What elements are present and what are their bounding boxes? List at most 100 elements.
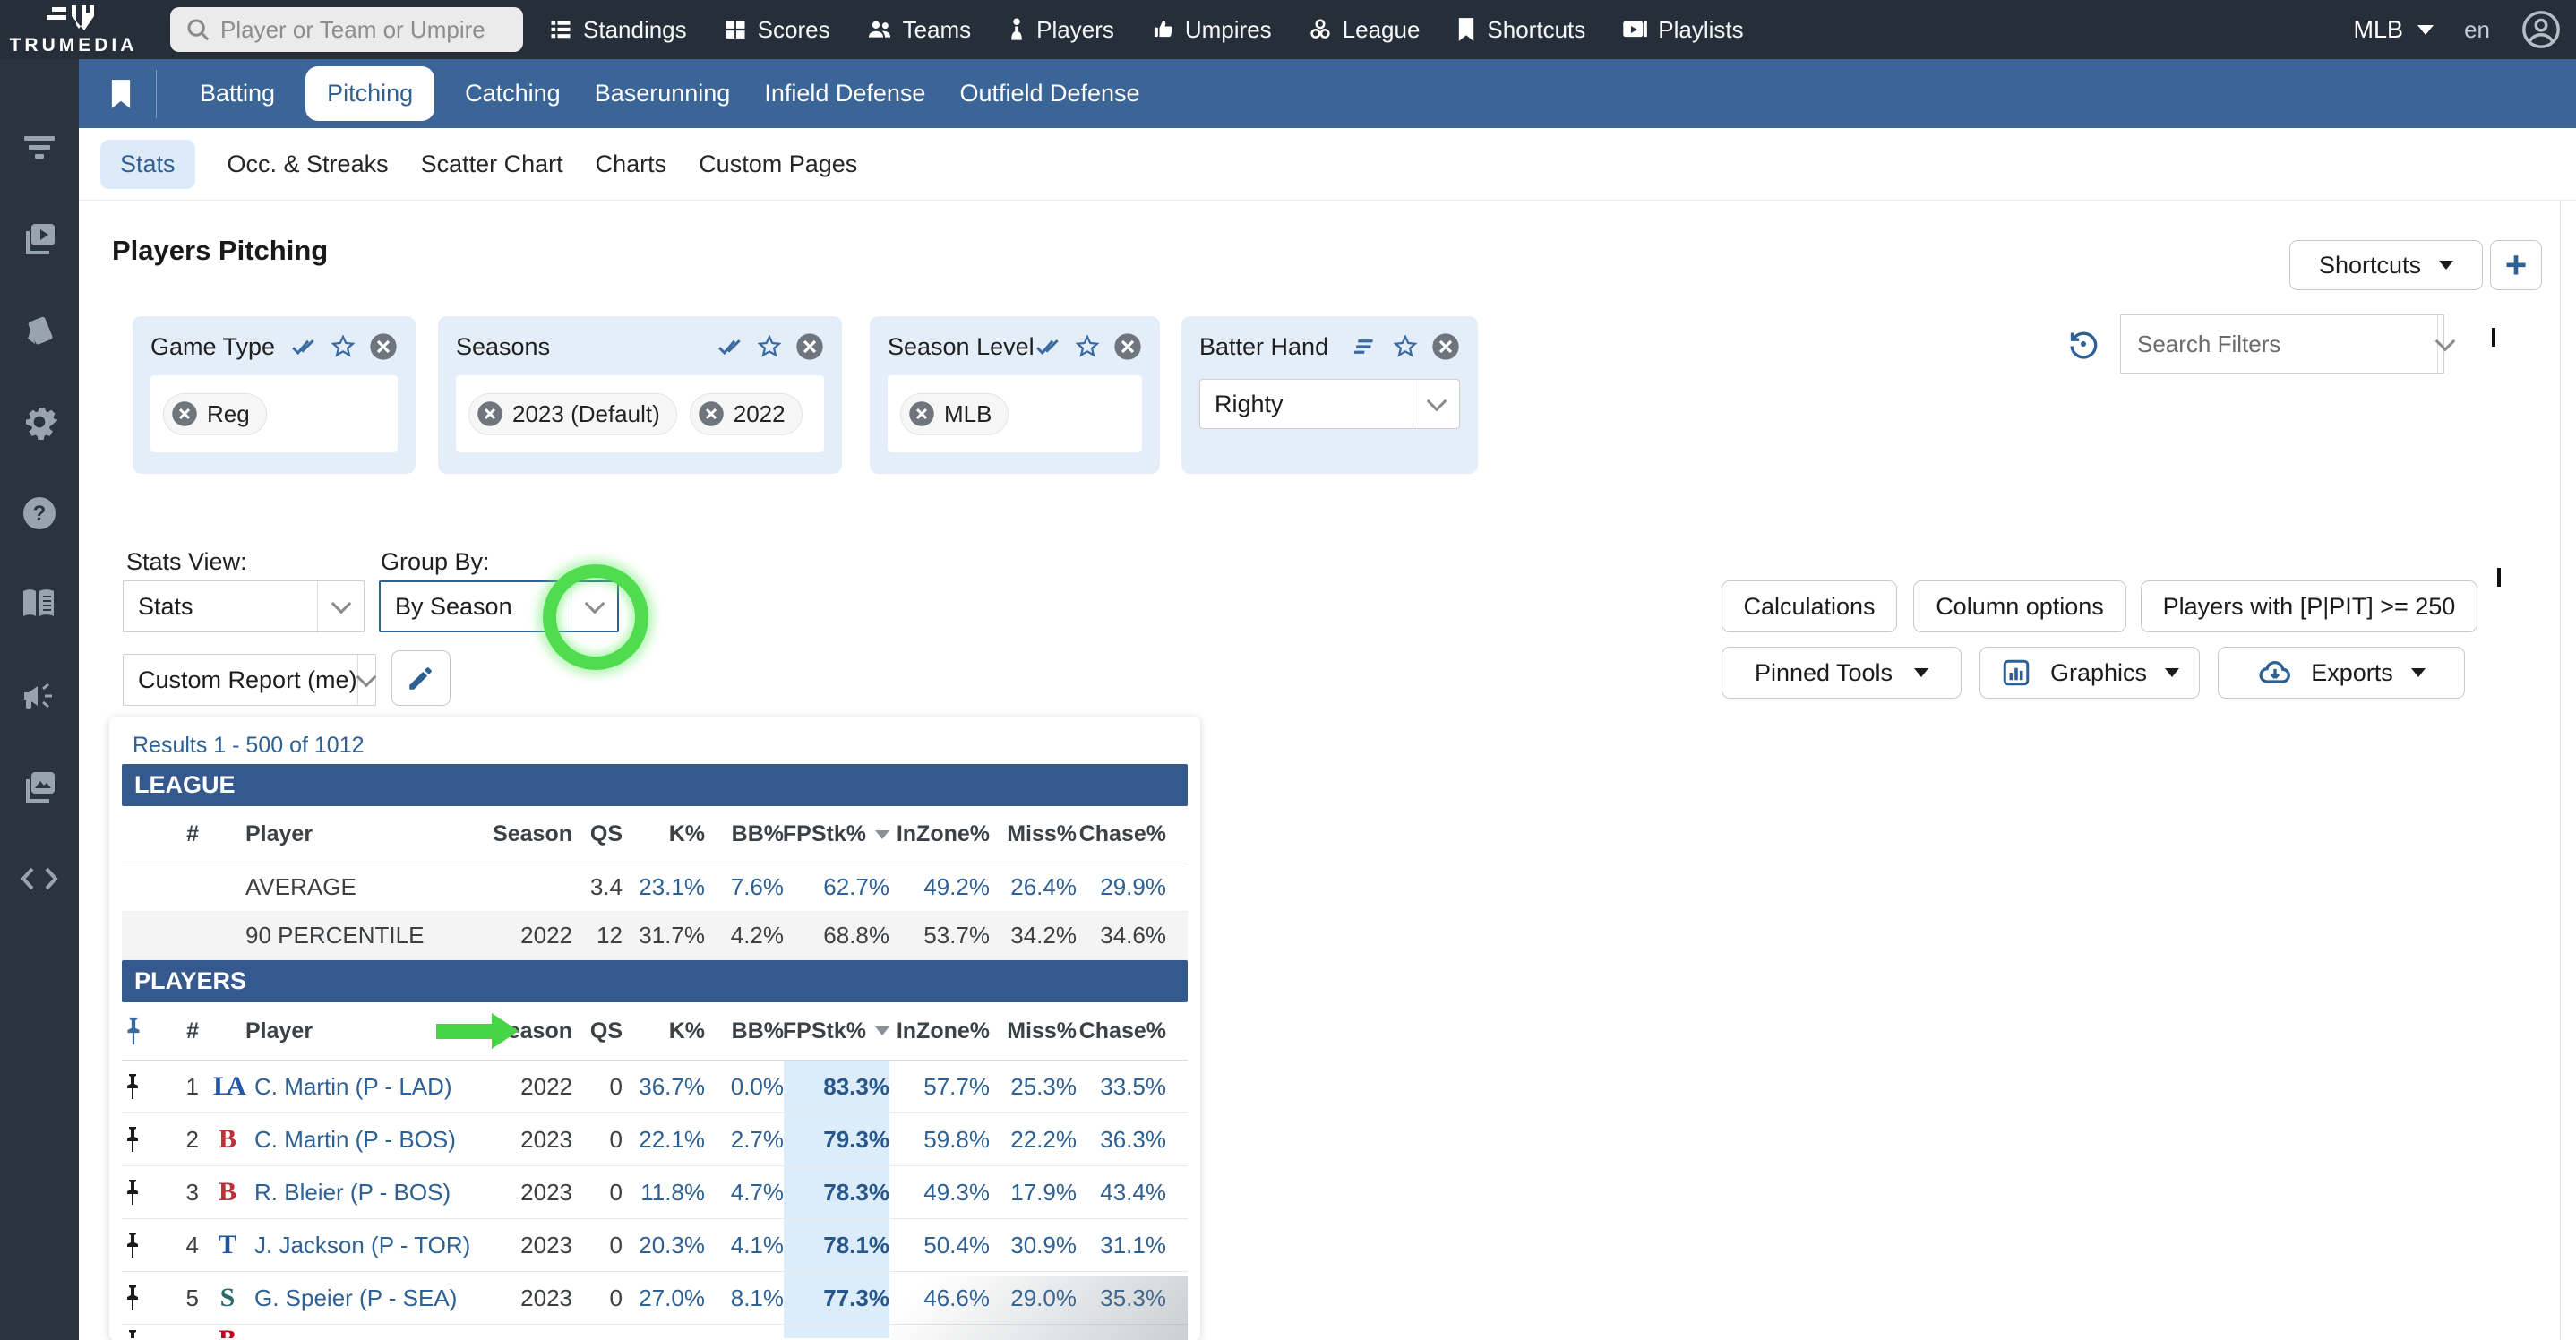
edit-report-button[interactable] (391, 650, 451, 706)
video-playlist-icon[interactable] (20, 220, 59, 258)
col-chase[interactable]: Chase% (1077, 1002, 1166, 1060)
star-icon[interactable] (330, 333, 356, 360)
col-qs[interactable]: QS (572, 806, 623, 863)
pin-column-header[interactable] (122, 1002, 163, 1060)
filter-history-icon[interactable] (2065, 326, 2101, 362)
double-check-icon[interactable] (717, 333, 743, 360)
bookmark-icon[interactable] (109, 78, 133, 110)
language-selector[interactable]: en (2464, 16, 2490, 44)
column-options-button[interactable]: Column options (1913, 580, 2126, 632)
nav-teams[interactable]: Teams (866, 16, 972, 44)
chip-remove-icon[interactable] (171, 400, 198, 427)
double-check-icon[interactable] (1035, 333, 1061, 360)
gallery-icon[interactable] (20, 769, 59, 806)
star-icon[interactable] (1074, 333, 1101, 360)
player-link[interactable]: C. Martin (P - BOS) (254, 1126, 456, 1154)
col-rank[interactable]: # (163, 806, 199, 863)
code-icon[interactable] (20, 860, 59, 898)
pin-button[interactable] (122, 1272, 163, 1324)
chip-remove-icon[interactable] (698, 400, 725, 427)
custom-report-dropdown[interactable]: Custom Report (me) (123, 654, 376, 706)
calculations-button[interactable]: Calculations (1722, 580, 1897, 632)
search-input[interactable] (220, 16, 523, 44)
tab-occ-streaks[interactable]: Occ. & Streaks (228, 150, 389, 178)
graphics-button[interactable]: Graphics (1979, 647, 2200, 699)
tab-infield-defense[interactable]: Infield Defense (760, 80, 929, 107)
search-filters-box[interactable] (2120, 314, 2444, 374)
help-icon[interactable]: ? (20, 494, 59, 532)
col-season[interactable]: Season (490, 1002, 572, 1060)
col-inzone[interactable]: InZone% (889, 1002, 990, 1060)
col-k[interactable]: K% (623, 806, 705, 863)
trumedia-logo[interactable]: TRUMEDIA (4, 2, 143, 55)
tab-scatter-chart[interactable]: Scatter Chart (421, 150, 563, 178)
nav-standings[interactable]: Standings (548, 16, 687, 44)
search-filters-input[interactable] (2121, 331, 2437, 358)
chip-mlb[interactable]: MLB (900, 393, 1009, 435)
pin-button[interactable] (122, 1061, 163, 1112)
cards-icon[interactable] (20, 312, 59, 349)
league-selector[interactable]: MLB (2354, 16, 2434, 44)
player-link[interactable]: J. Jackson (P - TOR) (254, 1232, 470, 1259)
col-bb[interactable]: BB% (705, 1002, 784, 1060)
remove-filter-icon[interactable] (369, 332, 398, 361)
tab-stats[interactable]: Stats (100, 140, 195, 189)
chip-2022[interactable]: 2022 (690, 393, 803, 435)
stats-view-dropdown[interactable]: Stats (123, 580, 365, 632)
col-miss[interactable]: Miss% (990, 806, 1077, 863)
tab-pitching[interactable]: Pitching (305, 66, 434, 121)
player-link[interactable]: R. Bleier (P - BOS) (254, 1179, 451, 1207)
batter-hand-select[interactable]: Righty (1199, 379, 1460, 429)
chip-2023-default[interactable]: 2023 (Default) (468, 393, 677, 435)
add-page-button[interactable]: + (2490, 240, 2542, 290)
gear-icon[interactable] (20, 403, 59, 441)
filter-icon[interactable] (20, 129, 59, 167)
nav-umpires[interactable]: Umpires (1150, 16, 1272, 44)
nav-playlists[interactable]: Playlists (1621, 16, 1743, 44)
tab-baserunning[interactable]: Baserunning (591, 80, 734, 107)
col-qs[interactable]: QS (572, 1002, 623, 1060)
tab-charts[interactable]: Charts (596, 150, 667, 178)
player-link[interactable]: C. Martin (P - LAD) (254, 1073, 452, 1101)
col-player[interactable]: Player (199, 806, 490, 863)
double-check-icon[interactable] (290, 333, 317, 360)
col-player[interactable]: Player (199, 1002, 490, 1060)
glossary-book-icon[interactable] (20, 586, 59, 623)
col-bb[interactable]: BB% (705, 806, 784, 863)
pin-button[interactable] (122, 1219, 163, 1271)
chip-remove-icon[interactable] (477, 400, 503, 427)
account-avatar-icon[interactable] (2520, 9, 2562, 50)
col-miss[interactable]: Miss% (990, 1002, 1077, 1060)
nav-players[interactable]: Players (1007, 16, 1114, 44)
remove-filter-icon[interactable] (1431, 332, 1460, 361)
col-inzone[interactable]: InZone% (889, 806, 990, 863)
players-filter-button[interactable]: Players with [P|PIT] >= 250 (2141, 580, 2477, 632)
pinned-tools-button[interactable]: Pinned Tools (1722, 647, 1962, 699)
tab-catching[interactable]: Catching (461, 80, 564, 107)
collapse-filters-chevron[interactable] (2492, 328, 2495, 344)
nav-league[interactable]: League (1308, 16, 1421, 44)
remove-filter-icon[interactable] (1113, 332, 1142, 361)
star-icon[interactable] (756, 333, 783, 360)
col-rank[interactable]: # (163, 1002, 199, 1060)
col-chase[interactable]: Chase% (1077, 806, 1166, 863)
options-lines-icon[interactable] (1352, 333, 1379, 360)
shortcuts-dropdown-button[interactable]: Shortcuts (2289, 240, 2483, 290)
remove-filter-icon[interactable] (795, 332, 824, 361)
tab-outfield-defense[interactable]: Outfield Defense (956, 80, 1143, 107)
global-search[interactable] (170, 7, 523, 52)
group-by-dropdown[interactable]: By Season (379, 580, 619, 632)
col-fpstk-sorted[interactable]: FPStk% (784, 806, 889, 863)
collapse-controls-chevron[interactable] (2497, 568, 2501, 584)
col-season[interactable]: Season (490, 806, 572, 863)
announcements-megaphone-icon[interactable] (20, 677, 59, 715)
exports-button[interactable]: Exports (2218, 647, 2465, 699)
nav-shortcuts[interactable]: Shortcuts (1455, 16, 1585, 44)
results-summary[interactable]: Results 1 - 500 of 1012 (109, 717, 1200, 764)
player-link[interactable]: G. Speier (P - SEA) (254, 1284, 457, 1312)
pin-button[interactable] (122, 1113, 163, 1165)
chip-remove-icon[interactable] (908, 400, 935, 427)
col-k[interactable]: K% (623, 1002, 705, 1060)
chip-reg[interactable]: Reg (163, 393, 267, 435)
pin-button[interactable] (122, 1166, 163, 1218)
